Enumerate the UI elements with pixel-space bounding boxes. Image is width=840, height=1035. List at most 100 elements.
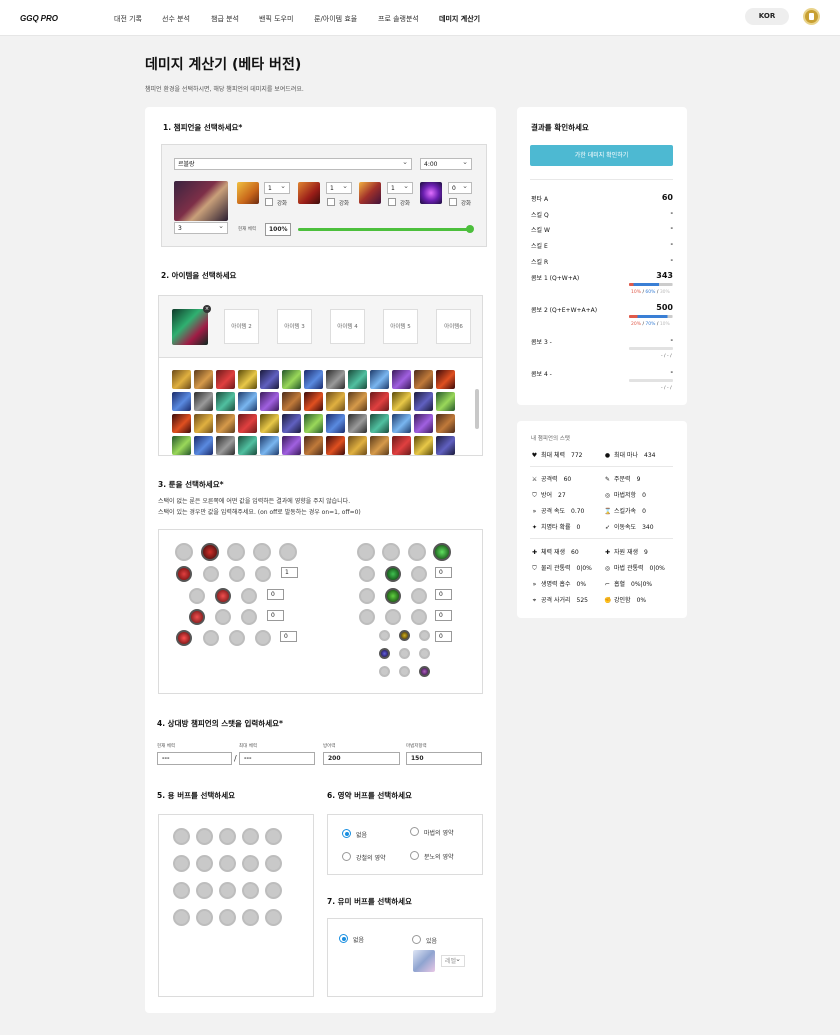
- item-option-icon[interactable]: [414, 370, 433, 389]
- skill-w-empower-checkbox[interactable]: [327, 198, 335, 206]
- item-option-icon[interactable]: [238, 370, 257, 389]
- item-option-icon[interactable]: [304, 392, 323, 411]
- dragon-buff-icon[interactable]: [219, 828, 236, 845]
- nav-banpick-helper[interactable]: 밴픽 도우미: [259, 14, 293, 24]
- skill-r-level[interactable]: 0: [448, 181, 472, 194]
- dragon-buff-icon[interactable]: [242, 882, 259, 899]
- time-select[interactable]: 4:00: [420, 157, 472, 170]
- champion-select[interactable]: 르블랑: [174, 157, 412, 170]
- elixir-iron-radio[interactable]: [342, 852, 351, 861]
- rune-shard-icon[interactable]: [399, 648, 410, 659]
- item-option-icon[interactable]: [370, 414, 389, 433]
- rune-option-icon[interactable]: [359, 588, 375, 604]
- item-option-icon[interactable]: [348, 414, 367, 433]
- item-option-icon[interactable]: [326, 436, 345, 455]
- dragon-buff-icon[interactable]: [265, 828, 282, 845]
- rune-stack-input-6[interactable]: 0: [435, 589, 452, 600]
- rune-option-icon[interactable]: [385, 609, 401, 625]
- calculate-damage-button[interactable]: 가한 데미지 확인하기: [530, 145, 673, 166]
- item-option-icon[interactable]: [216, 436, 235, 455]
- item-slot-6[interactable]: 아이템6: [436, 309, 471, 344]
- rune-option-icon[interactable]: [203, 566, 219, 582]
- dragon-buff-icon[interactable]: [219, 882, 236, 899]
- nav-pro-solorank[interactable]: 프로 솔랭분석: [378, 14, 419, 24]
- dragon-buff-icon[interactable]: [196, 828, 213, 845]
- rune-option-icon[interactable]: [189, 609, 205, 625]
- rune-option-icon[interactable]: [203, 630, 219, 646]
- item-option-icon[interactable]: [392, 370, 411, 389]
- dragon-buff-icon[interactable]: [219, 909, 236, 926]
- yuumi-yes-radio[interactable]: [412, 935, 421, 944]
- item-option-icon[interactable]: [172, 414, 191, 433]
- rune-path-icon[interactable]: [382, 543, 400, 561]
- language-button[interactable]: KOR: [745, 8, 789, 25]
- dragon-buff-icon[interactable]: [196, 882, 213, 899]
- item-option-icon[interactable]: [282, 414, 301, 433]
- item-option-icon[interactable]: [370, 392, 389, 411]
- enemy-armor-input[interactable]: 200: [323, 752, 400, 765]
- rune-option-icon[interactable]: [176, 566, 192, 582]
- item-grid-scrollbar[interactable]: [475, 389, 479, 429]
- rune-stack-input-7[interactable]: 0: [435, 610, 452, 621]
- rune-option-icon[interactable]: [229, 566, 245, 582]
- nav-damage-calculator[interactable]: 데미지 계산기: [439, 14, 480, 24]
- skill-w-level[interactable]: 1: [326, 181, 352, 194]
- dragon-buff-icon[interactable]: [242, 855, 259, 872]
- dragon-buff-icon[interactable]: [173, 855, 190, 872]
- item-option-icon[interactable]: [238, 436, 257, 455]
- rune-stack-input-8[interactable]: 0: [435, 631, 452, 642]
- item-option-icon[interactable]: [436, 436, 455, 455]
- rune-option-icon[interactable]: [241, 588, 257, 604]
- item-option-icon[interactable]: [216, 392, 235, 411]
- rune-option-icon[interactable]: [385, 588, 401, 604]
- rune-stack-input-4[interactable]: 0: [280, 631, 297, 642]
- skill-e-level[interactable]: 1: [387, 181, 413, 194]
- rune-stack-input-5[interactable]: 0: [435, 567, 452, 578]
- yuumi-level-select[interactable]: 레벨: [441, 954, 465, 967]
- dragon-buff-icon[interactable]: [265, 909, 282, 926]
- nav-match-history[interactable]: 대전 기록: [114, 14, 142, 24]
- item-slot-4[interactable]: 아이템 4: [330, 309, 365, 344]
- item-option-icon[interactable]: [348, 392, 367, 411]
- item-option-icon[interactable]: [414, 392, 433, 411]
- skill-r-empower-checkbox[interactable]: [449, 198, 457, 206]
- rune-option-icon[interactable]: [359, 566, 375, 582]
- rune-stack-input-1[interactable]: 1: [281, 567, 298, 578]
- champion-level-select[interactable]: 3: [174, 221, 228, 234]
- elixir-wrath-radio[interactable]: [410, 851, 419, 860]
- rune-path-resolve-icon[interactable]: [433, 543, 451, 561]
- elixir-none-radio[interactable]: [342, 829, 351, 838]
- health-slider-track[interactable]: [298, 225, 474, 233]
- item-slot-3[interactable]: 아이템 3: [277, 309, 312, 344]
- rune-option-icon[interactable]: [411, 566, 427, 582]
- item-option-icon[interactable]: [326, 414, 345, 433]
- rune-shard-icon[interactable]: [379, 666, 390, 677]
- rune-shard-icon[interactable]: [399, 666, 410, 677]
- item-option-icon[interactable]: [392, 436, 411, 455]
- rune-option-icon[interactable]: [385, 566, 401, 582]
- dragon-buff-icon[interactable]: [196, 855, 213, 872]
- rune-shard-icon[interactable]: [399, 630, 410, 641]
- rune-shard-icon[interactable]: [419, 630, 430, 641]
- rune-option-icon[interactable]: [215, 588, 231, 604]
- skill-q-empower-checkbox[interactable]: [265, 198, 273, 206]
- rune-shard-icon[interactable]: [379, 648, 390, 659]
- item-option-icon[interactable]: [392, 414, 411, 433]
- rune-stack-input-2[interactable]: 0: [267, 589, 284, 600]
- item-option-icon[interactable]: [216, 370, 235, 389]
- rune-path-icon[interactable]: [357, 543, 375, 561]
- rune-option-icon[interactable]: [241, 609, 257, 625]
- rune-shard-icon[interactable]: [419, 666, 430, 677]
- enemy-mr-input[interactable]: 150: [406, 752, 482, 765]
- dragon-buff-icon[interactable]: [196, 909, 213, 926]
- item-option-icon[interactable]: [304, 414, 323, 433]
- enemy-current-hp-input[interactable]: ---: [157, 752, 232, 765]
- dragon-buff-icon[interactable]: [242, 909, 259, 926]
- item-option-icon[interactable]: [260, 414, 279, 433]
- rune-path-icon[interactable]: [227, 543, 245, 561]
- item-option-icon[interactable]: [304, 370, 323, 389]
- logo[interactable]: GGQ PRO: [18, 8, 58, 26]
- item-option-icon[interactable]: [370, 436, 389, 455]
- item-option-icon[interactable]: [414, 436, 433, 455]
- rune-shard-icon[interactable]: [419, 648, 430, 659]
